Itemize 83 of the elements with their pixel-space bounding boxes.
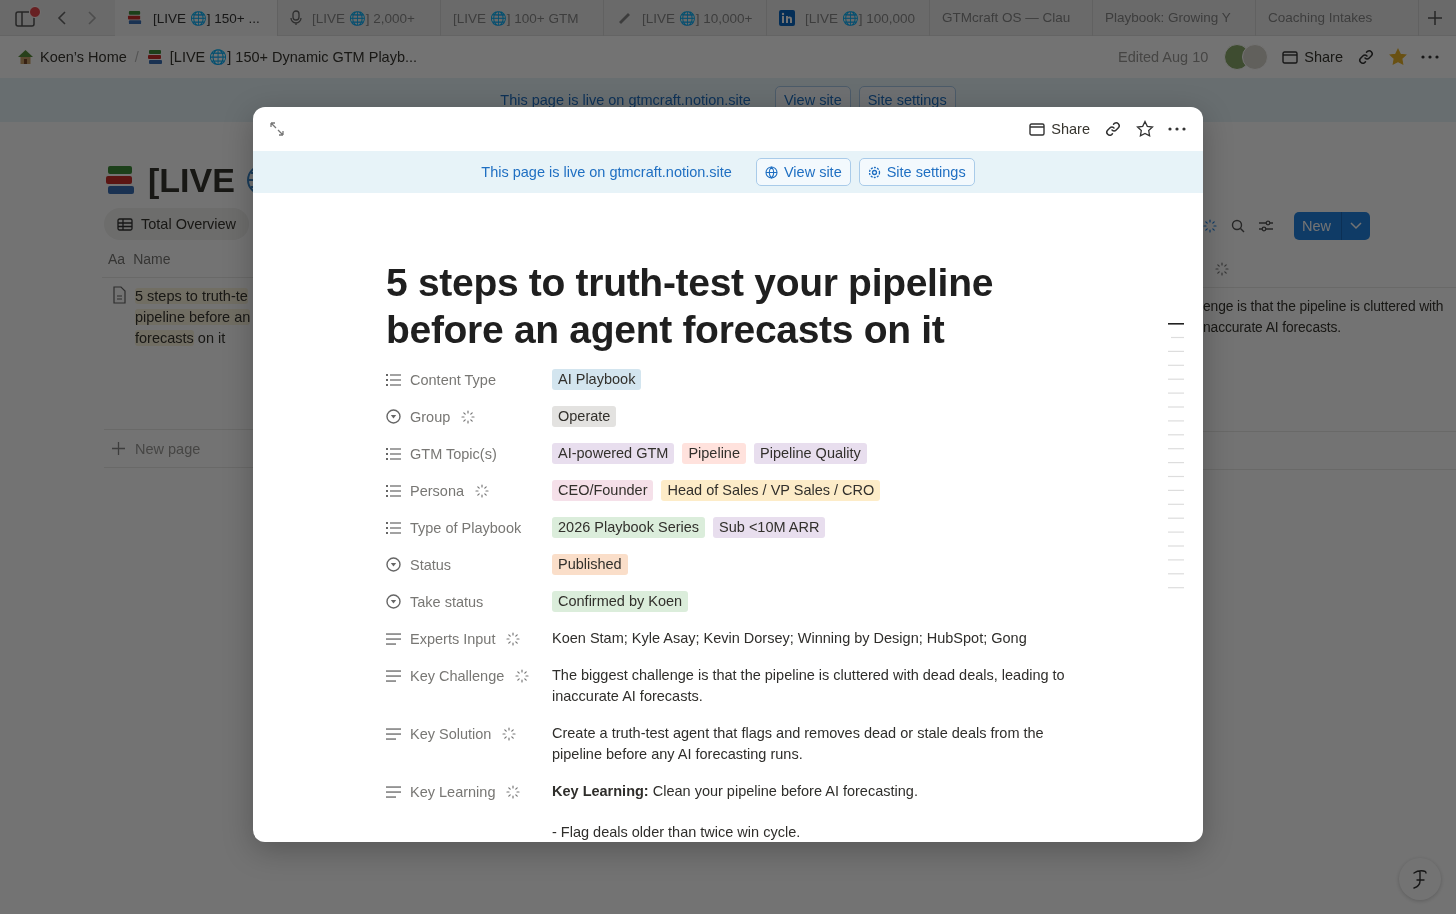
property-label[interactable]: Experts Input [410,630,496,647]
star-icon[interactable] [1136,120,1154,138]
row-title[interactable]: 5 steps to truth-te pipeline before an forecasts on it [135,286,251,429]
property-label[interactable]: Content Type [410,371,496,388]
tag: Pipeline Quality [754,443,867,464]
dropdown-circle-icon [386,557,401,572]
breadcrumb-link[interactable]: Koen’s Home [40,49,127,65]
tag: Confirmed by Koen [552,591,689,612]
help-button[interactable] [1399,858,1441,900]
star-icon[interactable] [1389,48,1407,66]
window-icon [1282,50,1299,64]
share-button[interactable]: Share [1282,49,1343,65]
dropdown-circle-icon [386,594,401,609]
text-lines-icon [386,632,401,645]
text-lines-icon [386,669,401,682]
banner-text: This page is live on gtmcraft.notion.site [500,92,751,108]
property-label[interactable]: Key Solution [410,725,492,742]
property-label[interactable]: Group [410,408,451,425]
text-lines-icon [386,785,401,798]
property-label[interactable]: Key Challenge [410,667,505,684]
property-label[interactable]: Persona [410,482,464,499]
table-icon [117,217,133,231]
tag: Pipeline [682,443,746,464]
list-icon [386,521,401,534]
property-label[interactable]: Status [410,556,452,573]
share-button[interactable]: Share [1029,121,1090,137]
tag: Operate [552,406,617,427]
property-label[interactable]: GTM Topic(s) [410,445,497,462]
property-value: - Flag deals older than twice win cycle. [552,823,802,842]
house-icon [17,49,34,65]
microphone-icon [290,9,302,26]
text-lines-icon [386,727,401,740]
site-settings-button[interactable]: Site settings [858,158,975,186]
books-icon [127,10,143,25]
tag: AI Playbook [552,369,642,390]
globe-icon [764,165,778,179]
new-button[interactable]: New [1294,212,1370,240]
avatar-group[interactable] [1224,44,1269,70]
tag: 2026 Playbook Series [552,517,706,538]
forward-icon[interactable] [87,10,97,25]
gear-icon [867,165,881,179]
tag: AI-powered GTM [552,443,675,464]
breadcrumb-separator: / [134,49,139,65]
tag: Sub <10M ARR [713,517,826,538]
property-value: Koen Stam; Kyle Asay; Kevin Dorsey; Winning by Design; HubSpot; Gong [552,629,1028,648]
signature-icon [1410,868,1430,890]
page-icon [112,286,127,304]
filter-sliders-icon[interactable] [1259,220,1273,232]
breadcrumb-link[interactable]: [LIVE 🌐] 150+ Dynamic GTM Playb... [169,48,418,66]
link-icon[interactable] [1104,120,1122,138]
property-label[interactable]: Type of Playbook [410,519,522,536]
property-value: The biggest challenge is that the pipeline is cluttered with dead deals, leading to inaccurate AI forecasts. [552,666,1066,706]
page-title: 5 steps to truth-test your pipeline before an agent forecasts on it [386,260,995,353]
text-type-icon: Aa [108,250,126,267]
database-title: [LIVE [148,160,235,200]
banner-text: This page is live on gtmcraft.notion.site [481,164,732,180]
chevron-down-icon[interactable] [1350,222,1362,230]
plus-icon [112,442,125,455]
linkedin-icon [779,9,795,26]
sparkle-icon [1215,261,1229,276]
expand-icon[interactable] [270,122,284,136]
search-icon[interactable] [1231,219,1245,233]
list-icon [386,373,401,386]
property-value: Key Learning: Clean your pipeline before AI forecasting. [552,782,919,801]
list-icon [386,447,401,460]
tag: Published [552,554,628,575]
more-icon[interactable] [1168,127,1186,131]
view-site-button[interactable]: View site [755,158,851,186]
browser-tab[interactable]: [LIVE 🌐] 150+ ... [115,0,278,36]
property-label[interactable]: Take status [410,593,484,610]
list-icon [386,484,401,497]
property-label[interactable]: Key Learning [410,783,496,800]
tag: Head of Sales / VP Sales / CRO [661,480,881,501]
dropdown-circle-icon [386,409,401,424]
view-tab[interactable]: Total Overview [104,208,250,240]
new-tab-icon[interactable] [1428,10,1442,25]
back-icon[interactable] [57,10,67,25]
books-icon [146,49,164,65]
tag: CEO/Founder [552,480,654,501]
sparkle-icon [1203,219,1217,233]
property-value: Create a truth-test agent that flags and removes dead or stale deals from the pipeline before any AI forecasting runs. [552,724,1045,764]
column-header[interactable]: Name [133,250,171,267]
window-icon [1029,122,1046,136]
